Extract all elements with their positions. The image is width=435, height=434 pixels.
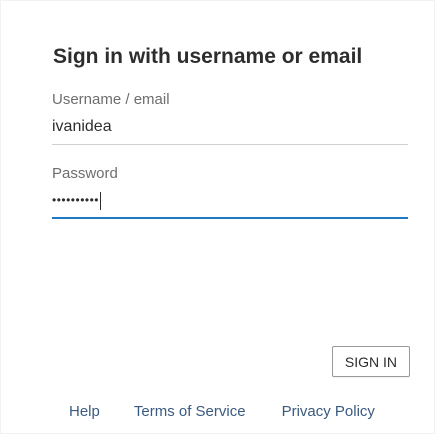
password-label: Password bbox=[52, 165, 118, 182]
username-value[interactable]: ivanidea bbox=[52, 118, 112, 136]
page-title: Sign in with username or email bbox=[53, 45, 363, 68]
password-field[interactable]: •••••••••• bbox=[52, 188, 408, 219]
terms-of-service-link[interactable]: Terms of Service bbox=[134, 403, 246, 420]
password-mask: •••••••••• bbox=[52, 193, 100, 208]
footer-links: Help Terms of Service Privacy Policy bbox=[69, 403, 375, 420]
username-field[interactable]: ivanidea bbox=[52, 115, 408, 145]
privacy-policy-link[interactable]: Privacy Policy bbox=[282, 403, 375, 420]
text-caret bbox=[100, 192, 102, 210]
password-value[interactable]: •••••••••• bbox=[52, 192, 102, 210]
signin-card: Sign in with username or email Username … bbox=[0, 0, 435, 434]
sign-in-button[interactable]: SIGN IN bbox=[331, 346, 410, 377]
username-label: Username / email bbox=[52, 91, 170, 108]
help-link[interactable]: Help bbox=[69, 403, 100, 420]
